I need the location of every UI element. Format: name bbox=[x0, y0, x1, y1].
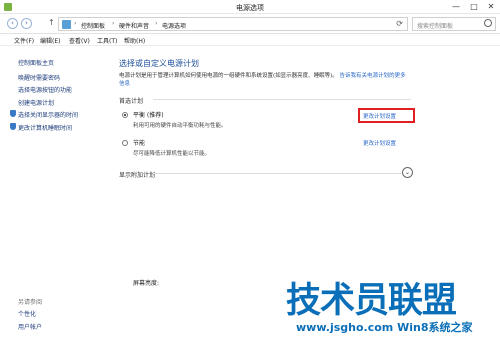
window-title: 电源选项 bbox=[236, 4, 264, 12]
plan-balanced-name[interactable]: 平衡 (推荐) bbox=[133, 110, 164, 119]
watermark: 技术员联盟 www.jsgho.com Win8系统之家 bbox=[278, 272, 500, 343]
search-placeholder: 搜索控制面板 bbox=[417, 23, 454, 30]
breadcrumb-hardware-sound[interactable]: 硬件和声音 bbox=[119, 21, 149, 30]
page-title: 选择或自定义电源计划 bbox=[119, 59, 199, 68]
chevron-down-icon[interactable]: ⌄ bbox=[402, 167, 413, 178]
watermark-title: 技术员联盟 bbox=[286, 281, 457, 321]
screen-brightness-label: 屏幕亮度: bbox=[133, 280, 160, 287]
see-also-label: 另请参阅 bbox=[18, 299, 43, 306]
sidebar-item-sleep-time[interactable]: 更改计算机睡眠时间 bbox=[18, 123, 72, 132]
close-button[interactable]: ✕ bbox=[483, 1, 499, 12]
menu-tools[interactable]: 工具(T) bbox=[97, 36, 117, 45]
breadcrumb-separator: › bbox=[155, 20, 158, 27]
menu-view[interactable]: 查看(V) bbox=[69, 36, 90, 45]
plan-power-saver-description: 尽可能降低计算机性能以节能。 bbox=[133, 151, 211, 157]
preferred-plans-label: 首选计划 bbox=[119, 98, 144, 105]
minimize-button[interactable]: — bbox=[448, 1, 464, 12]
watermark-url: www.jsgho.com Win8系统之家 bbox=[296, 321, 473, 334]
control-panel-icon bbox=[62, 20, 71, 29]
divider bbox=[153, 173, 401, 174]
menu-edit[interactable]: 编辑(E) bbox=[40, 36, 60, 45]
breadcrumb[interactable]: › 控制面板 › 硬件和声音 › 电源选项 ⟳ bbox=[58, 17, 408, 31]
sidebar-item-power-button[interactable]: 选择电源按钮的功能 bbox=[18, 85, 72, 94]
sidebar-item-display-off[interactable]: 选择关闭显示器的时间 bbox=[18, 110, 78, 119]
maximize-button[interactable]: □ bbox=[466, 1, 482, 12]
breadcrumb-separator: › bbox=[112, 20, 115, 27]
highlight-box bbox=[358, 108, 415, 123]
plan-power-saver-change-settings-link[interactable]: 更改计划设置 bbox=[363, 139, 396, 147]
back-button[interactable]: ‹ bbox=[7, 18, 18, 29]
sidebar-item-home[interactable]: 控制面板主页 bbox=[18, 58, 54, 67]
refresh-icon[interactable]: ⟳ bbox=[396, 19, 403, 28]
up-button[interactable]: ↑ bbox=[48, 18, 55, 27]
forward-button[interactable]: › bbox=[21, 18, 32, 29]
description-text: 电源计划是用于管理计算机如何使用电源的一组硬件和系统设置(如显示器亮度、睡眠等)… bbox=[119, 73, 338, 79]
page-description: 电源计划是用于管理计算机如何使用电源的一组硬件和系统设置(如显示器亮度、睡眠等)… bbox=[119, 72, 409, 88]
menu-file[interactable]: 文件(F) bbox=[14, 36, 34, 45]
plan-power-saver-name[interactable]: 节能 bbox=[133, 138, 145, 147]
breadcrumb-separator: › bbox=[74, 20, 77, 27]
sidebar: 控制面板主页 唤醒时需要密码 选择电源按钮的功能 创建电源计划 选择关闭显示器的… bbox=[0, 46, 105, 343]
search-input[interactable]: 搜索控制面板 bbox=[412, 17, 496, 31]
search-icon[interactable] bbox=[484, 19, 492, 27]
plan-balanced-radio[interactable] bbox=[122, 112, 128, 118]
shield-icon bbox=[10, 110, 16, 117]
menu-help[interactable]: 帮助(H) bbox=[124, 36, 145, 45]
title-bar: 电源选项 — □ ✕ bbox=[0, 0, 500, 14]
sidebar-item-wake-password[interactable]: 唤醒时需要密码 bbox=[18, 73, 60, 82]
sidebar-item-personalization[interactable]: 个性化 bbox=[18, 309, 36, 318]
plan-power-saver-radio[interactable] bbox=[122, 140, 128, 146]
menu-bar: 文件(F) 编辑(E) 查看(V) 工具(T) 帮助(H) bbox=[0, 34, 500, 46]
address-bar: ‹ › ↑ › 控制面板 › 硬件和声音 › 电源选项 ⟳ 搜索控制面板 bbox=[0, 14, 500, 34]
breadcrumb-control-panel[interactable]: 控制面板 bbox=[81, 21, 105, 30]
show-additional-plans-label[interactable]: 显示附加计划 bbox=[119, 170, 155, 179]
plan-balanced-description: 利用可用的硬件自动平衡功耗与性能。 bbox=[133, 123, 227, 129]
sidebar-item-create-plan[interactable]: 创建电源计划 bbox=[18, 98, 54, 107]
divider bbox=[153, 99, 411, 100]
learn-more-link[interactable]: 告诉我有关电源计划 bbox=[340, 73, 390, 79]
shield-icon bbox=[10, 123, 16, 130]
sidebar-item-user-accounts[interactable]: 用户帐户 bbox=[18, 322, 42, 331]
breadcrumb-power-options[interactable]: 电源选项 bbox=[162, 21, 186, 30]
